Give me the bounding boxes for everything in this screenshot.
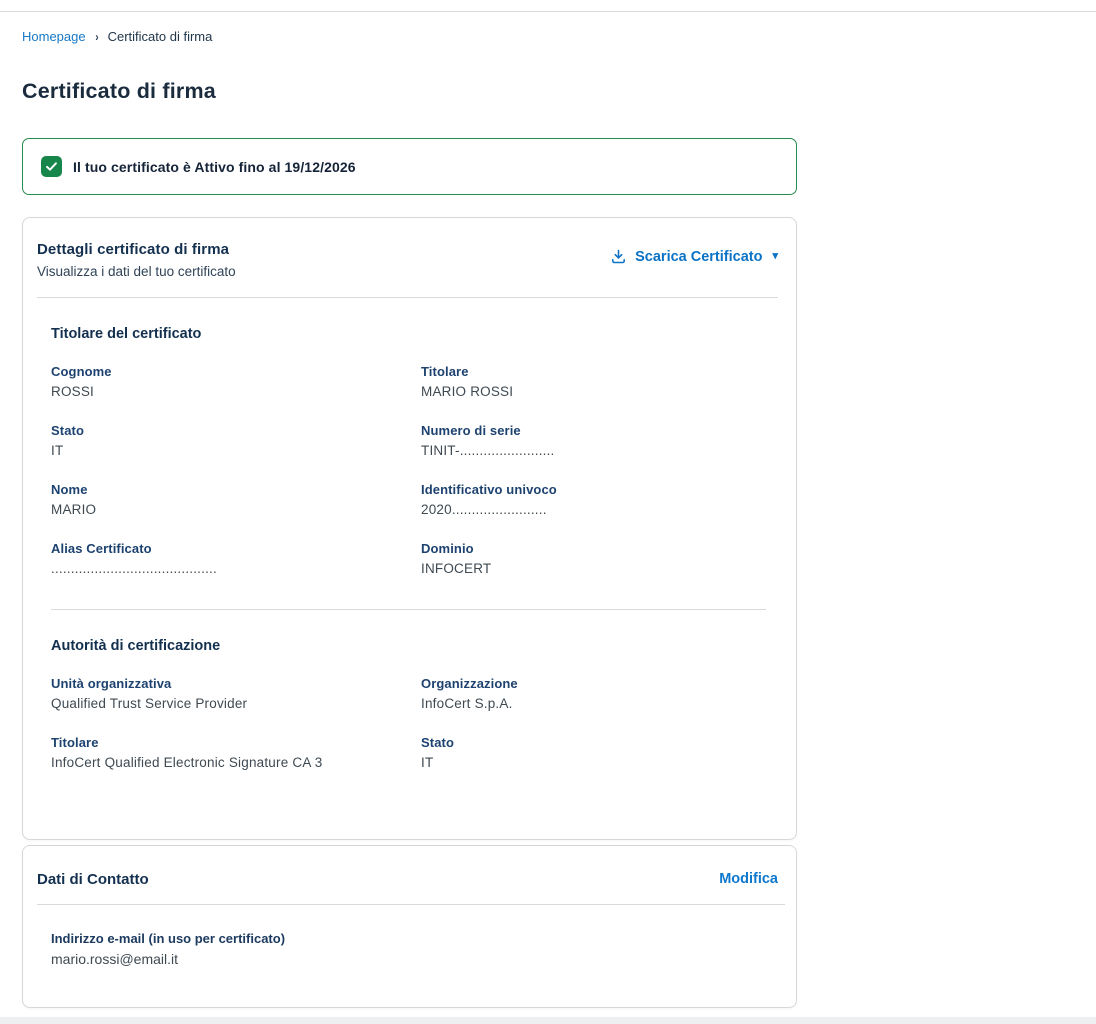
field-cognome: Cognome ROSSI [51,364,421,399]
field-organizzazione: Organizzazione InfoCert S.p.A. [421,676,788,711]
field-label: Stato [421,735,788,750]
section-certificate-holder: Titolare del certificato Cognome ROSSI T… [23,326,796,576]
field-label: Identificativo univoco [421,482,788,497]
download-certificate-label: Scarica Certificato [635,249,762,265]
field-titolare-ca: Titolare InfoCert Qualified Electronic S… [51,735,421,770]
section-divider [51,609,766,610]
certificate-status-text: Il tuo certificato è Attivo fino al 19/1… [73,159,356,175]
authority-section-heading: Autorità di certificazione [51,638,788,654]
contact-card-body: Indirizzo e-mail (in uso per certificato… [23,905,796,967]
field-value: InfoCert S.p.A. [421,696,788,711]
field-nome: Nome MARIO [51,482,421,517]
field-label: Organizzazione [421,676,788,691]
main-content: Homepage › Certificato di firma Certific… [22,0,797,1008]
certificate-details-card: Dettagli certificato di firma Visualizza… [22,217,797,840]
header-divider [37,297,778,298]
download-certificate-button[interactable]: Scarica Certificato ▾ [610,248,778,265]
contact-data-card: Dati di Contatto Modifica Indirizzo e-ma… [22,845,797,1008]
field-unita-organizzativa: Unità organizzativa Qualified Trust Serv… [51,676,421,711]
field-numero-di-serie: Numero di serie TINIT-..................… [421,423,788,458]
field-value: IT [421,755,788,770]
breadcrumb-current: Certificato di firma [108,29,213,44]
breadcrumb-link-homepage[interactable]: Homepage [22,29,86,44]
field-value: 2020........................ [421,502,788,517]
field-value: INFOCERT [421,561,788,576]
field-label: Titolare [51,735,421,750]
field-dominio: Dominio INFOCERT [421,541,788,576]
chevron-right-icon: › [95,31,98,43]
page-bottom-strip [0,1017,1096,1024]
field-value: TINIT-........................ [421,443,788,458]
field-value: ........................................… [51,561,421,576]
email-value: mario.rossi@email.it [51,951,796,967]
download-icon [610,248,627,265]
authority-fields-grid: Unità organizzativa Qualified Trust Serv… [51,676,788,770]
field-label: Dominio [421,541,788,556]
section-certification-authority: Autorità di certificazione Unità organiz… [23,638,796,770]
field-label: Cognome [51,364,421,379]
field-label: Numero di serie [421,423,788,438]
details-card-title: Dettagli certificato di firma [37,241,236,258]
check-icon [41,156,62,177]
field-value: MARIO ROSSI [421,384,788,399]
field-stato-ca: Stato IT [421,735,788,770]
field-label: Titolare [421,364,788,379]
contact-card-title: Dati di Contatto [37,871,149,888]
field-stato: Stato IT [51,423,421,458]
field-titolare: Titolare MARIO ROSSI [421,364,788,399]
field-label: Nome [51,482,421,497]
contact-card-header: Dati di Contatto Modifica [23,846,796,888]
breadcrumb: Homepage › Certificato di firma [22,0,797,44]
certificate-status-alert: Il tuo certificato è Attivo fino al 19/1… [22,138,797,195]
field-identificativo-univoco: Identificativo univoco 2020.............… [421,482,788,517]
field-alias-certificato: Alias Certificato ......................… [51,541,421,576]
caret-down-icon[interactable]: ▾ [772,251,778,262]
field-value: ROSSI [51,384,421,399]
holder-section-heading: Titolare del certificato [51,326,788,342]
details-card-header: Dettagli certificato di firma Visualizza… [23,218,796,279]
details-card-heading-group: Dettagli certificato di firma Visualizza… [37,241,236,279]
field-label: Stato [51,423,421,438]
field-value: Qualified Trust Service Provider [51,696,421,711]
page-title: Certificato di firma [22,79,797,104]
field-label: Alias Certificato [51,541,421,556]
field-label: Unità organizzativa [51,676,421,691]
holder-fields-grid: Cognome ROSSI Titolare MARIO ROSSI Stato… [51,364,788,576]
details-card-subtitle: Visualizza i dati del tuo certificato [37,264,236,279]
field-value: IT [51,443,421,458]
field-value: MARIO [51,502,421,517]
edit-contact-button[interactable]: Modifica [719,871,778,887]
email-label: Indirizzo e-mail (in uso per certificato… [51,931,796,946]
field-value: InfoCert Qualified Electronic Signature … [51,755,421,770]
